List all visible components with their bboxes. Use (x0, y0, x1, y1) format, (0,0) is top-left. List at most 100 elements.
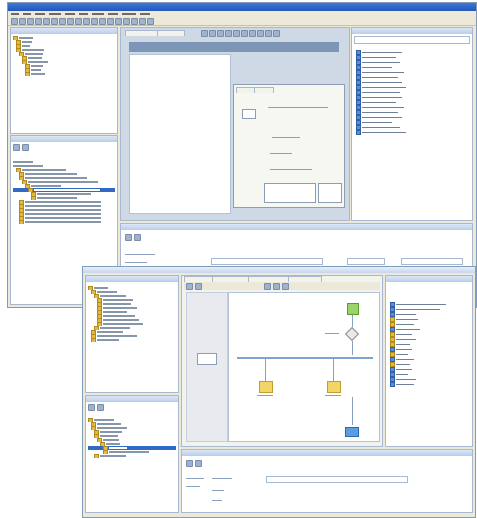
front-property-inspector (181, 449, 473, 513)
toolbar-button[interactable] (123, 17, 130, 25)
fork-bar (237, 357, 373, 359)
menu-item[interactable] (79, 13, 88, 15)
property-field[interactable] (211, 258, 323, 265)
file-icon (25, 72, 30, 76)
toolbar-button[interactable] (282, 282, 289, 290)
back-toolbar (8, 17, 476, 26)
tab-editor-2[interactable] (157, 30, 185, 36)
palette-filter[interactable] (354, 36, 470, 44)
toolbar-button[interactable] (195, 282, 202, 290)
inspector-toolbar (186, 460, 202, 467)
navigator-panel (10, 27, 118, 134)
menu-item[interactable] (92, 13, 104, 15)
toolbar-button[interactable] (265, 30, 272, 37)
navigator-header (86, 276, 178, 282)
toolbar-button[interactable] (147, 17, 154, 25)
toolbar-button[interactable] (83, 17, 90, 25)
toolbar-button[interactable] (186, 282, 193, 290)
toolbar-button[interactable] (217, 30, 224, 37)
menu-item[interactable] (35, 13, 45, 15)
structure-header (86, 396, 178, 402)
decision-node[interactable] (344, 326, 360, 342)
toolbar-button[interactable] (11, 17, 18, 25)
toolbar-button[interactable] (19, 17, 26, 25)
dialog-tab-2[interactable] (254, 87, 274, 93)
menu-item[interactable] (49, 13, 61, 15)
toolbar-button[interactable] (115, 17, 122, 25)
toolbar-button[interactable] (139, 17, 146, 25)
toolbar-button[interactable] (134, 234, 141, 241)
tree-item[interactable] (13, 220, 115, 224)
page-header-band (129, 42, 339, 52)
toolbar-button[interactable] (75, 17, 82, 25)
menu-item[interactable] (23, 13, 31, 15)
toolbar-button[interactable] (131, 17, 138, 25)
palette-header (386, 276, 472, 282)
inspector-toolbar (125, 234, 141, 241)
toolbar-button[interactable] (51, 17, 58, 25)
page-canvas[interactable] (129, 54, 231, 214)
lane-label[interactable] (197, 353, 217, 365)
toolbar-button[interactable] (225, 30, 232, 37)
toolbar-button[interactable] (13, 144, 20, 151)
toolbar-button[interactable] (35, 17, 42, 25)
toolbar-button[interactable] (91, 17, 98, 25)
dialog-footer-box[interactable] (264, 183, 316, 203)
toolbar-button[interactable] (273, 30, 280, 37)
node-icon (103, 450, 108, 454)
toolbar-button[interactable] (43, 17, 50, 25)
menu-item[interactable] (122, 13, 136, 15)
tab-editor-1[interactable] (125, 30, 159, 36)
palette-item[interactable] (354, 130, 470, 135)
toolbar-button[interactable] (257, 30, 264, 37)
toolbar-button[interactable] (27, 17, 34, 25)
editor-panel (120, 27, 350, 221)
palette-item[interactable] (388, 382, 470, 387)
property-field[interactable] (347, 258, 385, 265)
palette-header (352, 28, 472, 34)
node-icon (31, 196, 36, 200)
navigator-tree (13, 36, 115, 76)
tree-item[interactable] (13, 72, 115, 76)
toolbar-button[interactable] (195, 460, 202, 467)
end-node[interactable] (345, 427, 359, 437)
toolbar-button[interactable] (99, 17, 106, 25)
toolbar-button[interactable] (88, 404, 95, 411)
activity-node[interactable] (327, 381, 341, 393)
structure-header (11, 136, 117, 142)
menu-item[interactable] (108, 13, 118, 15)
toolbar-button[interactable] (97, 404, 104, 411)
tree-item[interactable] (88, 338, 176, 342)
menu-item[interactable] (140, 13, 150, 15)
inspector-header (182, 450, 472, 456)
property-dropdown[interactable] (401, 258, 463, 265)
activity-node[interactable] (259, 381, 273, 393)
start-node[interactable] (347, 303, 359, 315)
structure-tree (13, 160, 115, 224)
toolbar-button[interactable] (186, 460, 193, 467)
toolbar-button[interactable] (107, 17, 114, 25)
toolbar-button[interactable] (241, 30, 248, 37)
dialog-box[interactable] (233, 84, 345, 208)
menu-item[interactable] (65, 13, 75, 15)
tree-item[interactable] (88, 454, 176, 458)
dialog-item[interactable] (242, 109, 256, 119)
toolbar-button[interactable] (273, 282, 280, 290)
toolbar-button[interactable] (233, 30, 240, 37)
toolbar-button[interactable] (249, 30, 256, 37)
toolbar-button[interactable] (22, 144, 29, 151)
toolbar-button[interactable] (209, 30, 216, 37)
diagram-canvas[interactable] (228, 292, 380, 442)
toolbar-button[interactable] (59, 17, 66, 25)
toolbar-button[interactable] (67, 17, 74, 25)
toolbar-button[interactable] (125, 234, 132, 241)
inspector-header (121, 224, 472, 230)
front-palette-list (388, 302, 470, 387)
toolbar-button[interactable] (201, 30, 208, 37)
menu-item[interactable] (11, 13, 19, 15)
toolbar-button[interactable] (264, 282, 271, 290)
dialog-tab-1[interactable] (236, 87, 256, 93)
property-field[interactable] (266, 476, 408, 483)
folder-icon (91, 338, 96, 342)
dialog-footer-box[interactable] (318, 183, 342, 203)
